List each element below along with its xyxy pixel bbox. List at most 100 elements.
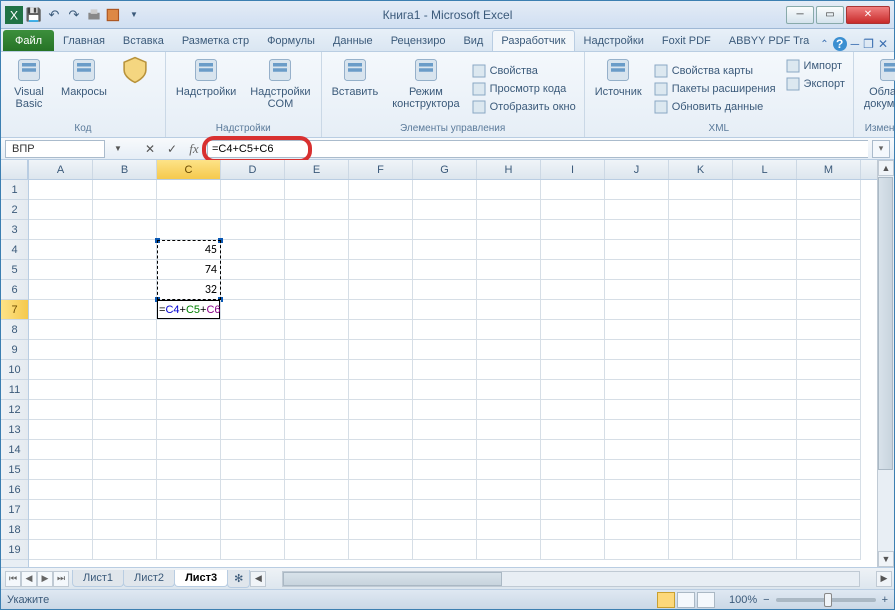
cell-C9[interactable] [157, 340, 221, 360]
cell-E7[interactable] [285, 300, 349, 320]
column-header[interactable]: L [733, 160, 797, 179]
cell-G11[interactable] [413, 380, 477, 400]
options-icon[interactable] [105, 6, 123, 24]
ribbon-tab-10[interactable]: ABBYY PDF Tra [720, 30, 819, 51]
row-header[interactable]: 11 [1, 380, 28, 400]
zoom-slider[interactable] [776, 598, 876, 602]
cell-C17[interactable] [157, 500, 221, 520]
cell-J5[interactable] [605, 260, 669, 280]
cell-I16[interactable] [541, 480, 605, 500]
cell-K17[interactable] [669, 500, 733, 520]
cell-G3[interactable] [413, 220, 477, 240]
cell-E13[interactable] [285, 420, 349, 440]
cell-K19[interactable] [669, 540, 733, 560]
file-tab[interactable]: Файл [3, 30, 54, 51]
cell-D19[interactable] [221, 540, 285, 560]
cells-area[interactable]: 457432=C4+C5+C6 [29, 180, 894, 560]
cell-H17[interactable] [477, 500, 541, 520]
cell-I7[interactable] [541, 300, 605, 320]
ribbon-small-item[interactable]: Просмотр кода [470, 81, 578, 97]
cell-E10[interactable] [285, 360, 349, 380]
cell-I14[interactable] [541, 440, 605, 460]
cell-L14[interactable] [733, 440, 797, 460]
cell-I18[interactable] [541, 520, 605, 540]
cell-D18[interactable] [221, 520, 285, 540]
cell-I15[interactable] [541, 460, 605, 480]
cell-I10[interactable] [541, 360, 605, 380]
cell-J10[interactable] [605, 360, 669, 380]
cell-L11[interactable] [733, 380, 797, 400]
redo-icon[interactable]: ↷ [65, 6, 83, 24]
page-break-view-button[interactable] [697, 592, 715, 608]
cell-M17[interactable] [797, 500, 861, 520]
ribbon-small-item[interactable]: Свойства [470, 63, 578, 79]
ribbon-tab-6[interactable]: Вид [454, 30, 492, 51]
vertical-scrollbar[interactable]: ▲ ▼ [877, 160, 894, 567]
row-header[interactable]: 14 [1, 440, 28, 460]
cell-K7[interactable] [669, 300, 733, 320]
cell-E3[interactable] [285, 220, 349, 240]
cell-C15[interactable] [157, 460, 221, 480]
zoom-in-button[interactable]: + [882, 594, 888, 606]
undo-icon[interactable]: ↶ [45, 6, 63, 24]
cell-I3[interactable] [541, 220, 605, 240]
cell-A17[interactable] [29, 500, 93, 520]
column-header[interactable]: K [669, 160, 733, 179]
cell-I8[interactable] [541, 320, 605, 340]
cell-A9[interactable] [29, 340, 93, 360]
cell-A4[interactable] [29, 240, 93, 260]
ribbon-small-item[interactable]: Обновить данные [652, 99, 778, 115]
cell-H18[interactable] [477, 520, 541, 540]
ribbon-big-button[interactable]: Вставить [328, 54, 383, 123]
row-header[interactable]: 9 [1, 340, 28, 360]
cell-L19[interactable] [733, 540, 797, 560]
qat-dropdown-icon[interactable]: ▼ [125, 6, 143, 24]
cell-G16[interactable] [413, 480, 477, 500]
cell-C19[interactable] [157, 540, 221, 560]
cell-M10[interactable] [797, 360, 861, 380]
cell-F1[interactable] [349, 180, 413, 200]
cell-J12[interactable] [605, 400, 669, 420]
cell-C1[interactable] [157, 180, 221, 200]
cell-C4[interactable]: 45 [157, 240, 221, 260]
cell-E6[interactable] [285, 280, 349, 300]
workbook-minimize-icon[interactable]: ─ [851, 37, 860, 51]
ribbon-small-item[interactable]: Пакеты расширения [652, 81, 778, 97]
cell-A2[interactable] [29, 200, 93, 220]
cell-E17[interactable] [285, 500, 349, 520]
cell-F16[interactable] [349, 480, 413, 500]
cell-M13[interactable] [797, 420, 861, 440]
cell-G4[interactable] [413, 240, 477, 260]
name-box[interactable]: ВПР [5, 140, 105, 158]
horizontal-scrollbar[interactable] [282, 571, 860, 587]
scroll-down-button[interactable]: ▼ [878, 551, 894, 567]
cell-M16[interactable] [797, 480, 861, 500]
cell-J13[interactable] [605, 420, 669, 440]
cell-E18[interactable] [285, 520, 349, 540]
cell-J1[interactable] [605, 180, 669, 200]
cell-C2[interactable] [157, 200, 221, 220]
cell-C3[interactable] [157, 220, 221, 240]
column-header[interactable]: E [285, 160, 349, 179]
insert-function-button[interactable]: fx [185, 140, 203, 158]
cell-J8[interactable] [605, 320, 669, 340]
macro-security-icon[interactable] [117, 54, 153, 123]
ribbon-minimize-icon[interactable]: ⌃ [820, 39, 828, 50]
cell-E9[interactable] [285, 340, 349, 360]
cell-E2[interactable] [285, 200, 349, 220]
sheet-nav-first-icon[interactable]: ⏮ [5, 571, 21, 587]
cell-C10[interactable] [157, 360, 221, 380]
cell-G10[interactable] [413, 360, 477, 380]
cell-F19[interactable] [349, 540, 413, 560]
zoom-slider-thumb[interactable] [824, 593, 832, 607]
cell-D16[interactable] [221, 480, 285, 500]
column-header[interactable]: D [221, 160, 285, 179]
cell-L17[interactable] [733, 500, 797, 520]
cell-E5[interactable] [285, 260, 349, 280]
cell-B9[interactable] [93, 340, 157, 360]
cell-M1[interactable] [797, 180, 861, 200]
cell-B3[interactable] [93, 220, 157, 240]
row-header[interactable]: 17 [1, 500, 28, 520]
cell-M15[interactable] [797, 460, 861, 480]
cell-A13[interactable] [29, 420, 93, 440]
